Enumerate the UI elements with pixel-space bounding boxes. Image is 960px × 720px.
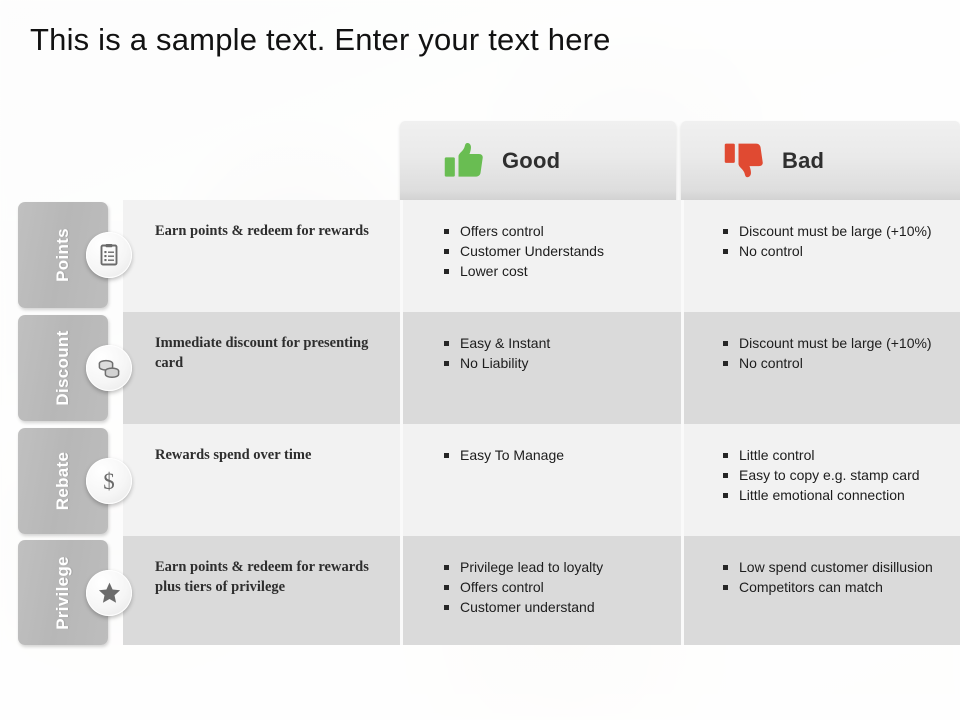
row-icon-badge-privilege[interactable] (86, 570, 132, 616)
list-item: No control (722, 242, 950, 261)
list-item: Easy & Instant (443, 334, 671, 353)
row-description-cell: Earn points & redeem for rewards (123, 200, 400, 312)
star-icon (98, 582, 120, 603)
list-item: No control (722, 354, 950, 373)
row-good-cell: Privilege lead to loyalty Offers control… (400, 536, 681, 645)
good-bullet-list: Easy & Instant No Liability (443, 334, 671, 373)
sidebar-item-label: Points (53, 228, 72, 282)
row-description-text: Earn points & redeem for rewards (155, 223, 369, 239)
table-row: Earn points & redeem for rewards Offers … (0, 200, 960, 312)
row-bad-cell: Discount must be large (+10%) No control (681, 312, 960, 424)
table-row: Rewards spend over time Easy To Manage L… (0, 424, 960, 536)
bad-bullet-list: Discount must be large (+10%) No control (722, 222, 950, 261)
list-item: Low spend customer disillusion (722, 558, 950, 577)
table-row: Earn points & redeem for rewards plus ti… (0, 536, 960, 645)
dollar-sign-icon: $ (103, 469, 115, 494)
bad-bullet-list: Discount must be large (+10%) No control (722, 334, 950, 373)
row-description-cell: Rewards spend over time (123, 424, 400, 536)
good-bullet-list: Easy To Manage (443, 446, 671, 465)
list-item: Competitors can match (722, 578, 950, 597)
row-icon-badge-discount[interactable] (86, 345, 132, 391)
bad-bullet-list: Little control Easy to copy e.g. stamp c… (722, 446, 950, 506)
sidebar-item-label: Rebate (53, 451, 72, 511)
coins-icon (98, 359, 120, 379)
row-bad-cell: Low spend customer disillusion Competito… (681, 536, 960, 645)
list-item: No Liability (443, 354, 671, 373)
sidebar-item-label: Discount (53, 330, 72, 406)
row-description-cell: Immediate discount for presenting card (123, 312, 400, 424)
row-content-strip: Earn points & redeem for rewards Offers … (123, 200, 960, 312)
clipboard-list-icon (100, 244, 118, 266)
row-description-cell: Earn points & redeem for rewards plus ti… (123, 536, 400, 645)
row-content-strip: Rewards spend over time Easy To Manage L… (123, 424, 960, 536)
list-item: Privilege lead to loyalty (443, 558, 671, 577)
row-description-text: Immediate discount for presenting card (155, 335, 369, 371)
list-item: Lower cost (443, 262, 671, 281)
thumbs-up-icon (444, 142, 483, 177)
list-item: Discount must be large (+10%) (722, 334, 950, 353)
comparison-table: Earn points & redeem for rewards Offers … (0, 200, 960, 645)
row-good-cell: Easy To Manage (400, 424, 681, 536)
column-header-bad-label: Bad (782, 147, 825, 173)
table-row: Immediate discount for presenting card E… (0, 312, 960, 424)
row-icon-badge-points[interactable] (86, 232, 132, 278)
column-header-bad[interactable]: Bad (681, 121, 960, 200)
row-description-text: Earn points & redeem for rewards plus ti… (155, 559, 369, 595)
bad-bullet-list: Low spend customer disillusion Competito… (722, 558, 950, 597)
good-bullet-list: Offers control Customer Understands Lowe… (443, 222, 671, 282)
good-bullet-list: Privilege lead to loyalty Offers control… (443, 558, 671, 618)
list-item: Little control (722, 446, 950, 465)
page-title: This is a sample text. Enter your text h… (30, 22, 611, 57)
row-content-strip: Immediate discount for presenting card E… (123, 312, 960, 424)
list-item: Little emotional connection (722, 486, 950, 505)
slide-canvas: This is a sample text. Enter your text h… (0, 0, 960, 720)
list-item: Customer Understands (443, 242, 671, 261)
thumbs-down-icon (724, 143, 763, 177)
row-description-text: Rewards spend over time (155, 447, 312, 463)
list-item: Customer understand (443, 598, 671, 617)
row-good-cell: Easy & Instant No Liability (400, 312, 681, 424)
row-content-strip: Earn points & redeem for rewards plus ti… (123, 536, 960, 645)
column-header-good-label: Good (502, 147, 561, 173)
column-header-good[interactable]: Good (400, 121, 676, 200)
row-bad-cell: Discount must be large (+10%) No control (681, 200, 960, 312)
svg-text:$: $ (103, 469, 115, 494)
row-icon-badge-rebate[interactable]: $ (86, 458, 132, 504)
row-bad-cell: Little control Easy to copy e.g. stamp c… (681, 424, 960, 536)
sidebar-item-label: Privilege (53, 555, 72, 630)
list-item: Offers control (443, 578, 671, 597)
row-good-cell: Offers control Customer Understands Lowe… (400, 200, 681, 312)
list-item: Offers control (443, 222, 671, 241)
list-item: Easy To Manage (443, 446, 671, 465)
list-item: Discount must be large (+10%) (722, 222, 950, 241)
list-item: Easy to copy e.g. stamp card (722, 466, 950, 485)
